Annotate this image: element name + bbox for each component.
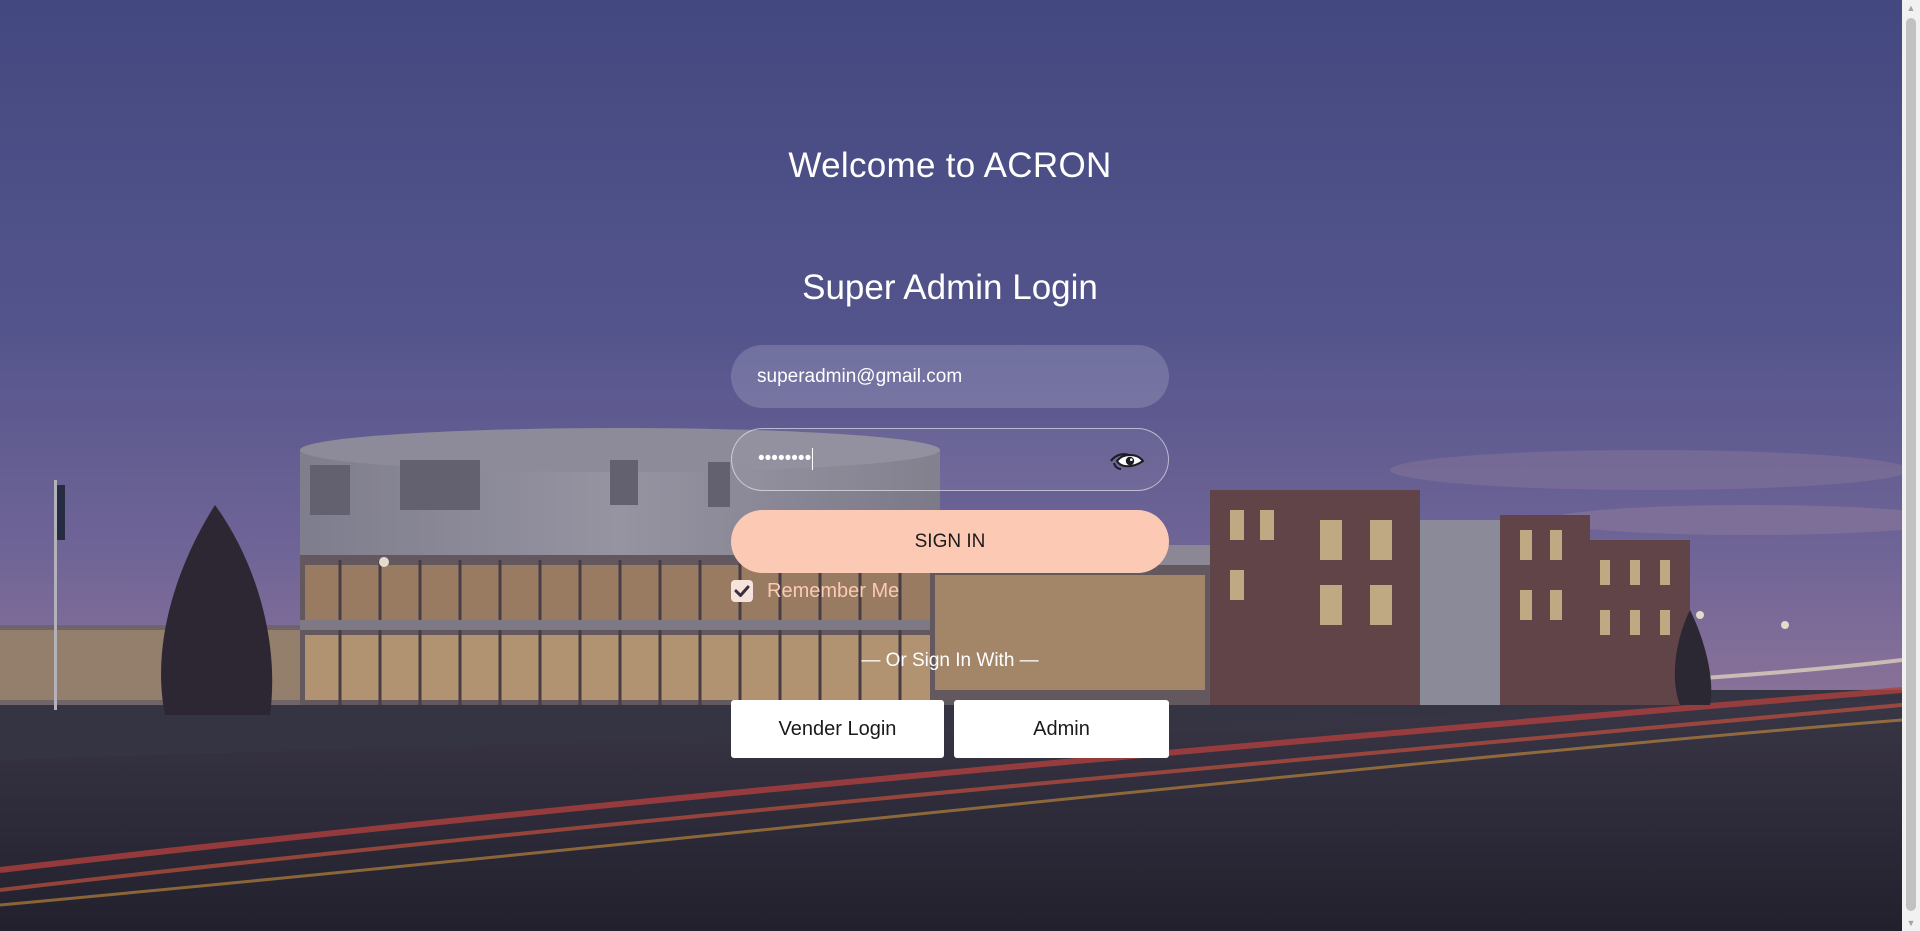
email-field[interactable]: superadmin@gmail.com	[731, 345, 1169, 408]
login-panel: Welcome to ACRON Super Admin Login super…	[731, 0, 1169, 931]
remember-me-label: Remember Me	[767, 579, 900, 602]
scroll-thumb[interactable]	[1906, 18, 1916, 911]
remember-me-checkbox[interactable]	[731, 580, 753, 602]
remember-me[interactable]: Remember Me	[731, 579, 899, 603]
welcome-heading: Welcome to ACRON	[788, 146, 1112, 185]
checkmark-icon	[734, 585, 750, 597]
password-field[interactable]: ••••••••	[731, 428, 1169, 491]
login-title: Super Admin Login	[802, 268, 1098, 307]
sign-in-button[interactable]: SIGN IN	[731, 510, 1169, 573]
scroll-up-arrow-icon[interactable]: ▲	[1902, 0, 1920, 16]
page-scrollbar[interactable]: ▲ ▼	[1902, 0, 1920, 931]
vendor-login-button[interactable]: Vender Login	[731, 700, 944, 758]
email-value: superadmin@gmail.com	[757, 365, 963, 387]
or-sign-in-with-divider: — Or Sign In With —	[861, 650, 1039, 671]
admin-login-button[interactable]: Admin	[954, 700, 1169, 758]
scroll-down-arrow-icon[interactable]: ▼	[1902, 915, 1920, 931]
password-value: ••••••••	[758, 448, 814, 471]
eye-icon[interactable]	[1108, 446, 1146, 474]
